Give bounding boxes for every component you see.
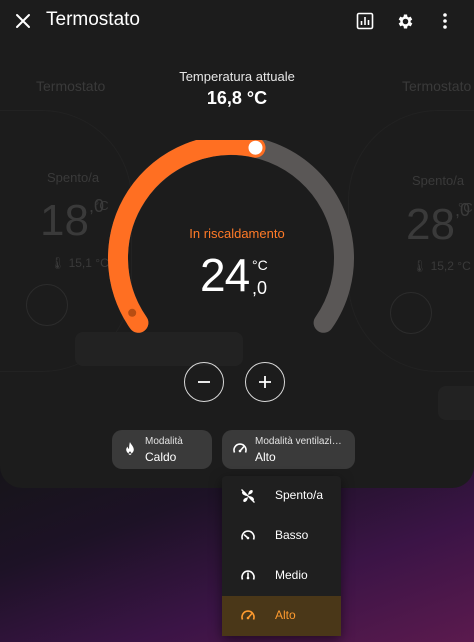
hvac-mode-chip[interactable]: Modalità Caldo	[112, 430, 212, 469]
dialog-header: Termostato	[0, 0, 474, 42]
fan-menu-item-low[interactable]: Basso	[222, 516, 341, 556]
fan-mode-chip[interactable]: Modalità ventilazione Alto	[222, 430, 355, 469]
fan-menu-item-high[interactable]: Alto	[222, 596, 341, 636]
history-button[interactable]	[350, 6, 380, 36]
fan-menu-item-medium[interactable]: Medio	[222, 556, 341, 596]
settings-button[interactable]	[390, 6, 420, 36]
gear-icon	[398, 14, 412, 28]
background-card-right-target-int: 28	[406, 200, 455, 249]
target-temperature-decimal: ,0	[252, 278, 268, 298]
background-mode-chip-right	[438, 386, 474, 420]
chart-icon	[356, 12, 374, 30]
close-icon	[16, 14, 30, 28]
current-temperature-value: 16,8 °C	[206, 88, 268, 108]
background-minus-button	[26, 284, 68, 326]
fan-menu-item-label: Alto	[275, 608, 296, 622]
gauge-end-dot	[128, 308, 137, 317]
background-minus-button-right	[390, 292, 432, 334]
speed-low-icon	[241, 530, 255, 540]
target-temperature: 24	[200, 249, 250, 301]
fan-menu-item-label: Spento/a	[275, 488, 324, 502]
more-vertical-icon	[443, 13, 447, 29]
fan-mode-label: Modalità ventilazione	[255, 436, 345, 447]
decrease-temperature-button[interactable]	[184, 362, 224, 402]
close-button[interactable]	[8, 6, 38, 36]
background-card-right-unit: °C	[458, 200, 473, 215]
speedometer-icon	[233, 443, 247, 453]
hvac-mode-value: Caldo	[145, 450, 177, 464]
dialog-title: Termostato	[46, 9, 140, 30]
background-card-right-current: 🌡 15,2 °C	[412, 259, 471, 273]
fan-menu-item-label: Medio	[275, 568, 308, 582]
fan-off-icon	[241, 489, 255, 503]
hvac-state: In riscaldamento	[189, 226, 285, 241]
more-options-button[interactable]	[430, 6, 460, 36]
thermostat-dialog: Termostato Termostato Spento/a Spento/a …	[0, 0, 474, 488]
fan-mode-value: Alto	[255, 450, 276, 464]
gauge-handle[interactable]	[246, 140, 265, 157]
background-card-right-current-value: 15,2 °C	[430, 259, 471, 273]
fire-icon	[126, 442, 134, 455]
background-card-left-state: Spento/a	[47, 170, 100, 185]
minus-icon	[198, 381, 210, 383]
fan-mode-menu: Spento/a Basso Medio Alto	[222, 476, 341, 636]
target-temperature-unit: °C	[252, 257, 268, 273]
speed-high-icon	[241, 610, 255, 620]
current-temperature-label: Temperatura attuale	[179, 69, 295, 84]
fan-menu-item-off[interactable]: Spento/a	[222, 476, 341, 516]
plus-icon	[259, 376, 271, 388]
fan-menu-item-label: Basso	[275, 528, 309, 542]
increase-temperature-button[interactable]	[245, 362, 285, 402]
background-card-right-state: Spento/a	[412, 173, 465, 188]
speed-medium-icon	[241, 570, 255, 580]
hvac-mode-label: Modalità	[145, 436, 183, 447]
